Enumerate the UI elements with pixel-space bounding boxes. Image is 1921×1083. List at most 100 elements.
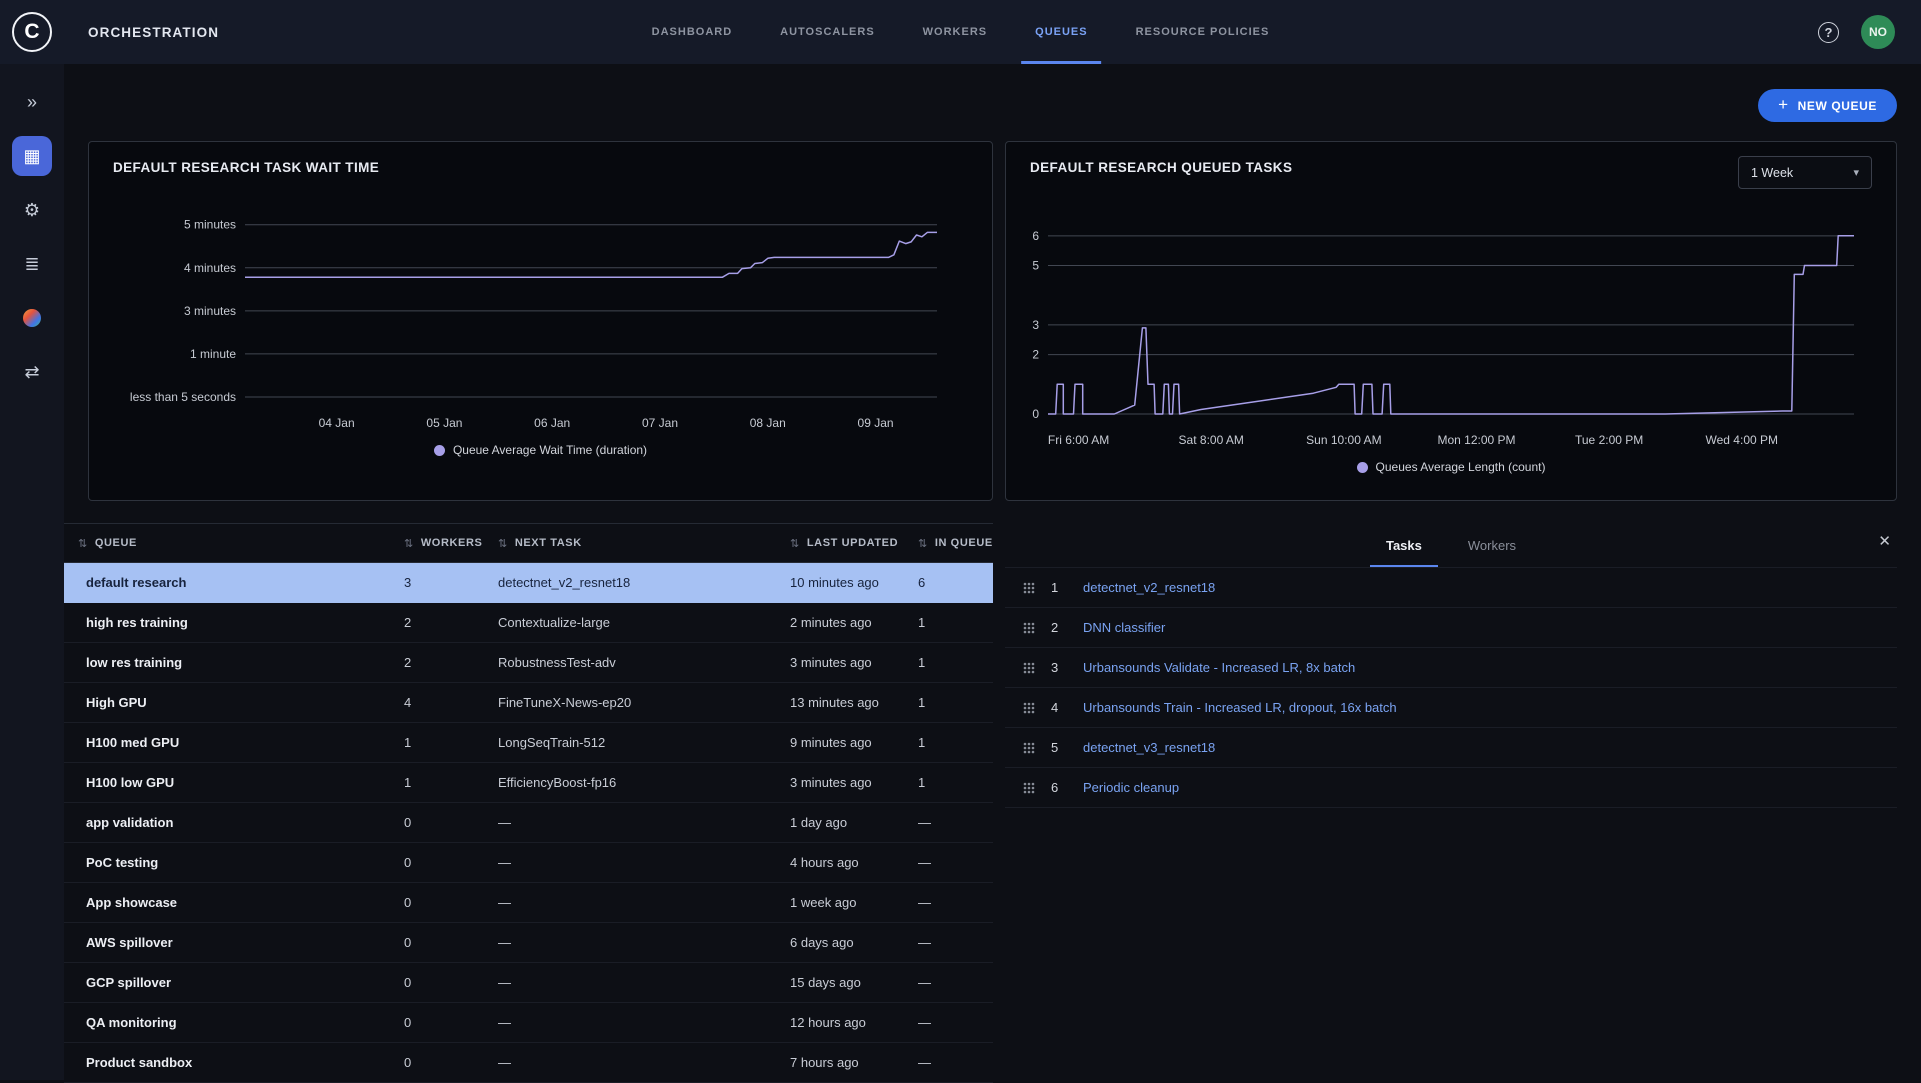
table-row[interactable]: Product sandbox0—7 hours ago— — [64, 1043, 993, 1083]
task-index: 5 — [1051, 740, 1073, 755]
sort-icon: ⇅ — [78, 537, 88, 550]
queued-tasks-legend: Queues Average Length (count) — [1030, 460, 1872, 474]
table-row[interactable]: AWS spillover0—6 days ago— — [64, 923, 993, 963]
sidebar-item-datasets[interactable]: ≣ — [12, 244, 52, 284]
column-header-queue[interactable]: ⇅QUEUE — [64, 537, 394, 550]
cell-workers: 2 — [394, 655, 488, 670]
nav-tab-queues[interactable]: QUEUES — [1035, 0, 1087, 64]
pipelines-icon: ⇄ — [24, 363, 39, 381]
cell-last_updated: 1 week ago — [780, 895, 908, 910]
table-row[interactable]: high res training2Contextualize-large2 m… — [64, 603, 993, 643]
cell-next_task: — — [488, 975, 780, 990]
sort-icon: ⇅ — [918, 537, 928, 550]
sidebar-item-queues[interactable]: ▦ — [12, 136, 52, 176]
drag-handle-icon[interactable] — [1023, 582, 1035, 594]
table-row[interactable]: PoC testing0—4 hours ago— — [64, 843, 993, 883]
drag-handle-icon[interactable] — [1023, 782, 1035, 794]
svg-text:06 Jan: 06 Jan — [534, 416, 570, 430]
nav-tab-workers[interactable]: WORKERS — [923, 0, 987, 64]
svg-text:Sat 8:00 AM: Sat 8:00 AM — [1179, 433, 1244, 447]
sidebar-item-pipelines[interactable]: ⇄ — [12, 352, 52, 392]
sort-icon: ⇅ — [404, 537, 414, 550]
svg-text:6: 6 — [1032, 229, 1039, 243]
column-header-next-task[interactable]: ⇅NEXT TASK — [488, 537, 780, 550]
table-row[interactable]: GCP spillover0—15 days ago— — [64, 963, 993, 1003]
cell-last_updated: 1 day ago — [780, 815, 908, 830]
time-range-select[interactable]: 1 Week ▾ — [1738, 156, 1872, 189]
cell-queue: App showcase — [64, 895, 394, 910]
cell-queue: GCP spillover — [64, 975, 394, 990]
sidebar: » ▦ ⚙ ≣ ⇄ — [0, 64, 64, 1080]
panel-tabs: Tasks Workers — [1005, 523, 1897, 567]
queued-tasks-card: DEFAULT RESEARCH QUEUED TASKS 1 Week ▾ 0… — [1005, 141, 1897, 501]
list-item: 3Urbansounds Validate - Increased LR, 8x… — [1005, 648, 1897, 688]
task-link[interactable]: detectnet_v3_resnet18 — [1083, 740, 1215, 755]
cell-workers: 2 — [394, 615, 488, 630]
table-row[interactable]: High GPU4FineTuneX-News-ep2013 minutes a… — [64, 683, 993, 723]
close-icon[interactable]: ✕ — [1878, 534, 1891, 549]
sidebar-item-workers[interactable]: ⚙ — [12, 190, 52, 230]
getting-started-icon: » — [27, 93, 37, 111]
task-link[interactable]: Periodic cleanup — [1083, 780, 1179, 795]
cell-queue: high res training — [64, 615, 394, 630]
sort-icon: ⇅ — [790, 537, 800, 550]
cell-queue: H100 med GPU — [64, 735, 394, 750]
drag-handle-icon[interactable] — [1023, 662, 1035, 674]
wait-time-legend: Queue Average Wait Time (duration) — [113, 443, 968, 457]
cell-last_updated: 7 hours ago — [780, 1055, 908, 1070]
workers-icon: ⚙ — [24, 201, 40, 219]
chevron-down-icon: ▾ — [1853, 166, 1859, 179]
table-row[interactable]: app validation0—1 day ago— — [64, 803, 993, 843]
charts-row: DEFAULT RESEARCH TASK WAIT TIME less tha… — [88, 141, 1897, 501]
cell-last_updated: 10 minutes ago — [780, 575, 908, 590]
task-link[interactable]: Urbansounds Validate - Increased LR, 8x … — [1083, 660, 1355, 675]
cell-last_updated: 9 minutes ago — [780, 735, 908, 750]
cell-workers: 0 — [394, 855, 488, 870]
avatar[interactable]: NO — [1861, 15, 1895, 49]
cell-last_updated: 12 hours ago — [780, 1015, 908, 1030]
new-queue-button[interactable]: + NEW QUEUE — [1758, 89, 1897, 122]
primary-nav: DASHBOARD AUTOSCALERS WORKERS QUEUES RESOURC… — [652, 0, 1270, 64]
task-link[interactable]: Urbansounds Train - Increased LR, dropou… — [1083, 700, 1397, 715]
table-row[interactable]: default research3detectnet_v2_resnet1810… — [64, 563, 993, 603]
column-header-workers[interactable]: ⇅WORKERS — [394, 537, 488, 550]
cell-last_updated: 2 minutes ago — [780, 615, 908, 630]
drag-handle-icon[interactable] — [1023, 742, 1035, 754]
table-row[interactable]: low res training2RobustnessTest-adv3 min… — [64, 643, 993, 683]
time-range-value: 1 Week — [1751, 166, 1793, 180]
app-logo[interactable]: C — [0, 12, 64, 52]
nav-tab-dashboard[interactable]: DASHBOARD — [652, 0, 733, 64]
tab-workers[interactable]: Workers — [1468, 523, 1516, 567]
cell-queue: QA monitoring — [64, 1015, 394, 1030]
queue-detail-panel: TasksWorkers ✕ 1detectnet_v2_resnet182DN… — [1005, 523, 1897, 1080]
drag-handle-icon[interactable] — [1023, 622, 1035, 634]
cell-last_updated: 3 minutes ago — [780, 775, 908, 790]
queued-tasks-card-header: DEFAULT RESEARCH QUEUED TASKS 1 Week ▾ — [1030, 160, 1872, 198]
table-row[interactable]: App showcase0—1 week ago— — [64, 883, 993, 923]
cell-queue: Product sandbox — [64, 1055, 394, 1070]
cell-in_queue: — — [908, 1055, 993, 1070]
nav-tab-resource-policies[interactable]: RESOURCE POLICIES — [1136, 0, 1270, 64]
cell-queue: app validation — [64, 815, 394, 830]
column-header-last-updated[interactable]: ⇅LAST UPDATED — [780, 537, 908, 550]
task-index: 2 — [1051, 620, 1073, 635]
task-link[interactable]: DNN classifier — [1083, 620, 1165, 635]
column-header-in-queue[interactable]: ⇅IN QUEUE — [908, 537, 993, 550]
cell-in_queue: 6 — [908, 575, 993, 590]
tab-tasks[interactable]: Tasks — [1386, 523, 1422, 567]
new-queue-label: NEW QUEUE — [1798, 99, 1877, 113]
cell-in_queue: — — [908, 815, 993, 830]
table-row[interactable]: QA monitoring0—12 hours ago— — [64, 1003, 993, 1043]
sidebar-item-getting-started[interactable]: » — [12, 82, 52, 122]
drag-handle-icon[interactable] — [1023, 702, 1035, 714]
task-link[interactable]: detectnet_v2_resnet18 — [1083, 580, 1215, 595]
nav-tab-autoscalers[interactable]: AUTOSCALERS — [780, 0, 875, 64]
page-title: ORCHESTRATION — [88, 25, 219, 40]
table-row[interactable]: H100 low GPU1EfficiencyBoost-fp163 minut… — [64, 763, 993, 803]
sidebar-item-applications[interactable] — [12, 298, 52, 338]
legend-label: Queue Average Wait Time (duration) — [453, 443, 647, 457]
table-row[interactable]: H100 med GPU1LongSeqTrain-5129 minutes a… — [64, 723, 993, 763]
help-icon[interactable]: ? — [1818, 22, 1839, 43]
task-index: 4 — [1051, 700, 1073, 715]
cell-last_updated: 13 minutes ago — [780, 695, 908, 710]
